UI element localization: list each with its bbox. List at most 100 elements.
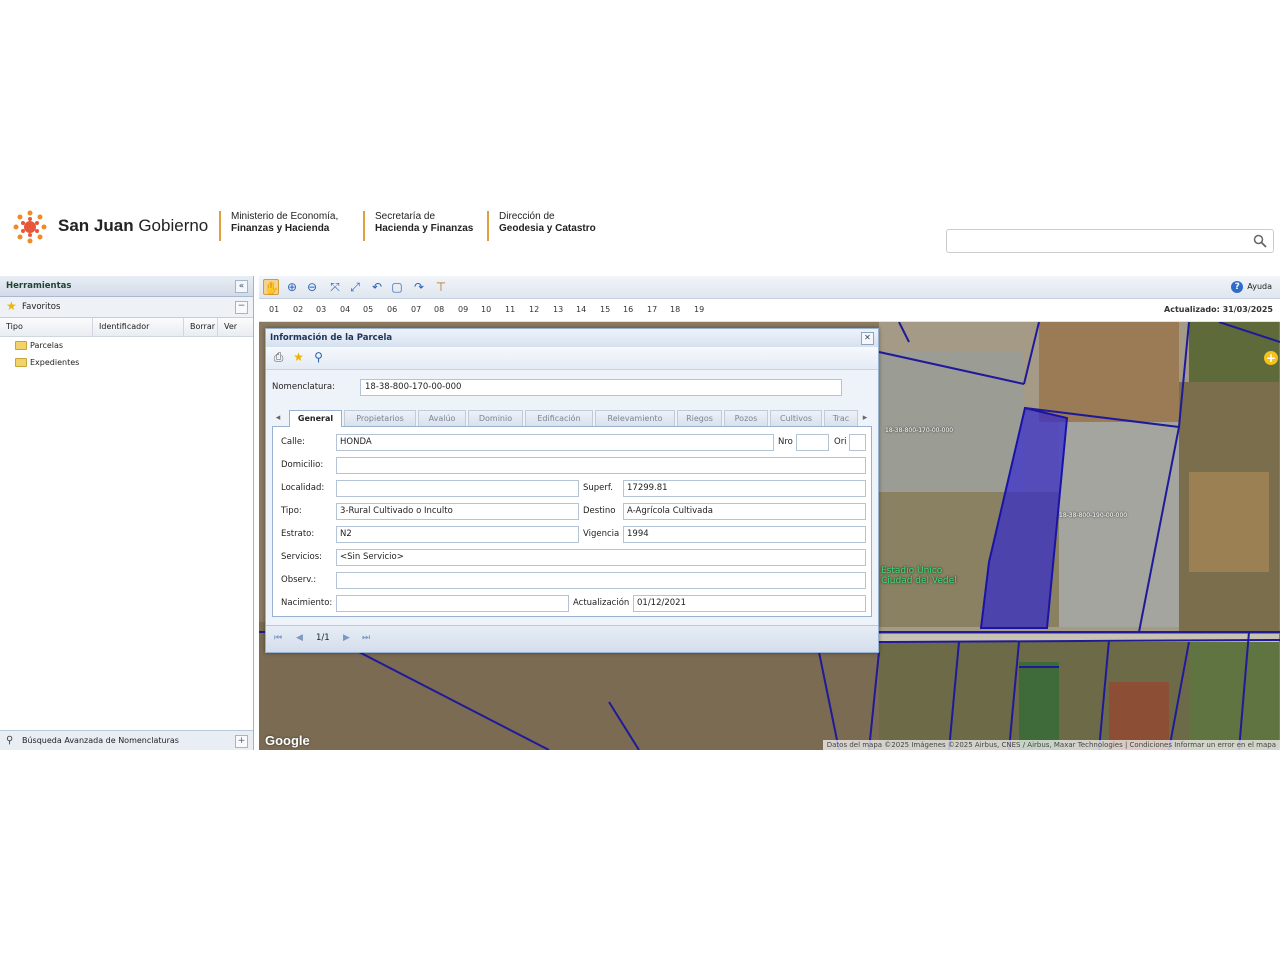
next-page-icon[interactable]: ▶ <box>343 632 350 644</box>
level-04[interactable]: 04 <box>340 305 350 314</box>
map-parcel-label-1: 18-38-800-170-00-000 <box>885 427 954 434</box>
level-02[interactable]: 02 <box>293 305 303 314</box>
level-16[interactable]: 16 <box>623 305 633 314</box>
actualizacion-field[interactable]: 01/12/2021 <box>633 595 866 612</box>
ori-field[interactable] <box>849 434 866 451</box>
tab-trac[interactable]: Trac <box>824 410 858 426</box>
nacimiento-field[interactable] <box>336 595 569 612</box>
org-direccion-line2: Geodesia y Catastro <box>499 223 596 234</box>
map-parcel-label-2: 18-38-800-190-00-000 <box>1059 512 1128 519</box>
level-19[interactable]: 19 <box>694 305 704 314</box>
level-01[interactable]: 01 <box>269 305 279 314</box>
org-secretaria-line2: Hacienda y Finanzas <box>375 223 474 234</box>
tree-item-parcelas[interactable]: Parcelas <box>0 337 253 354</box>
page-count: 1/1 <box>316 633 330 643</box>
star-icon: ★ <box>6 299 17 313</box>
brand-name: San Juan Gobierno <box>58 216 208 236</box>
parcel-window-titlebar[interactable]: Información de la Parcela ✕ <box>266 329 878 347</box>
parcel-tabs: ◂ General Propietarios Avalúo Dominio Ed… <box>272 408 872 427</box>
level-03[interactable]: 03 <box>316 305 326 314</box>
redo-icon[interactable]: ↷ <box>411 279 427 295</box>
nomenclatura-field[interactable]: 18-38-800-170-00-000 <box>360 379 842 396</box>
tab-relevamiento[interactable]: Relevamiento <box>595 410 675 426</box>
domicilio-field[interactable] <box>336 457 866 474</box>
search-input[interactable] <box>951 231 1250 253</box>
tab-edificacion[interactable]: Edificación <box>525 410 593 426</box>
level-15[interactable]: 15 <box>600 305 610 314</box>
map-zoom-plus-icon[interactable]: + <box>1264 351 1278 365</box>
advanced-search-label: Búsqueda Avanzada de Nomenclaturas <box>22 736 179 745</box>
level-17[interactable]: 17 <box>647 305 657 314</box>
tab-avaluo[interactable]: Avalúo <box>418 410 466 426</box>
org-secretaria-line1: Secretaría de <box>375 211 436 222</box>
last-page-icon[interactable]: ⏭ <box>362 632 370 644</box>
level-11[interactable]: 11 <box>505 305 515 314</box>
observ-field[interactable] <box>336 572 866 589</box>
general-form: Calle: HONDA Nro Ori Domicilio: Localida… <box>272 427 872 617</box>
search-icon[interactable] <box>1253 234 1267 248</box>
superf-label: Superf. <box>583 483 613 493</box>
zoom-in-icon[interactable]: ⊕ <box>284 279 300 295</box>
undo-icon[interactable]: ↶ <box>369 279 385 295</box>
close-icon[interactable]: ✕ <box>861 332 874 345</box>
tab-dominio[interactable]: Dominio <box>468 410 523 426</box>
favorites-header[interactable]: ★ Favoritos − <box>0 297 253 318</box>
level-08[interactable]: 08 <box>434 305 444 314</box>
level-09[interactable]: 09 <box>458 305 468 314</box>
tipo-label: Tipo: <box>281 506 302 516</box>
tipo-field[interactable]: 3-Rural Cultivado o Inculto <box>336 503 579 520</box>
tab-general[interactable]: General <box>289 410 342 427</box>
collapse-favorites-icon[interactable]: − <box>235 301 248 314</box>
level-06[interactable]: 06 <box>387 305 397 314</box>
site-header: San Juan Gobierno Ministerio de Economía… <box>0 206 1280 276</box>
pan-hand-icon[interactable]: ✋ <box>263 279 279 295</box>
level-12[interactable]: 12 <box>529 305 539 314</box>
vigencia-field[interactable]: 1994 <box>623 526 866 543</box>
favorites-label: Favoritos <box>22 302 61 312</box>
full-extent-icon[interactable]: ⤢ <box>347 279 363 295</box>
help-button[interactable]: ? Ayuda <box>1231 280 1272 294</box>
level-10[interactable]: 10 <box>481 305 491 314</box>
zoom-out-icon[interactable]: ⊖ <box>304 279 320 295</box>
col-identificador[interactable]: Identificador <box>93 318 184 336</box>
col-ver[interactable]: Ver <box>218 318 253 336</box>
prev-page-icon[interactable]: ◀ <box>296 632 303 644</box>
destino-field[interactable]: A-Agrícola Cultivada <box>623 503 866 520</box>
print-icon[interactable]: ⎙ <box>271 350 286 365</box>
nomenclatura-label: Nomenclatura: <box>272 382 335 392</box>
calle-field[interactable]: HONDA <box>336 434 774 451</box>
destino-label: Destino <box>583 506 616 516</box>
tab-scroll-right-icon[interactable]: ▸ <box>859 411 871 425</box>
tab-pozos[interactable]: Pozos <box>724 410 768 426</box>
tab-riegos[interactable]: Riegos <box>677 410 722 426</box>
collapse-panel-icon[interactable]: « <box>235 280 248 293</box>
level-13[interactable]: 13 <box>553 305 563 314</box>
select-box-icon[interactable]: ▢ <box>389 279 405 295</box>
advanced-search-bar[interactable]: ⚲ Búsqueda Avanzada de Nomenclaturas + <box>0 730 253 750</box>
localidad-field[interactable] <box>336 480 579 497</box>
servicios-field[interactable]: <Sin Servicio> <box>336 549 866 566</box>
favorite-star-icon[interactable]: ★ <box>291 350 306 365</box>
level-14[interactable]: 14 <box>576 305 586 314</box>
brand-light: Gobierno <box>138 216 209 235</box>
tree-item-label: Parcelas <box>30 341 64 350</box>
level-05[interactable]: 05 <box>363 305 373 314</box>
level-07[interactable]: 07 <box>411 305 421 314</box>
tab-cultivos[interactable]: Cultivos <box>770 410 822 426</box>
zoom-extent-icon[interactable]: ⤧ <box>327 279 343 295</box>
col-tipo[interactable]: Tipo <box>0 318 93 336</box>
expand-icon[interactable]: + <box>235 735 248 748</box>
tools-panel-header: Herramientas « <box>0 276 253 297</box>
level-18[interactable]: 18 <box>670 305 680 314</box>
col-borrar[interactable]: Borrar <box>184 318 218 336</box>
superf-field[interactable]: 17299.81 <box>623 480 866 497</box>
tab-propietarios[interactable]: Propietarios <box>344 410 416 426</box>
tree-item-expedientes[interactable]: Expedientes <box>0 354 253 371</box>
first-page-icon[interactable]: ⏮ <box>274 632 282 644</box>
estrato-field[interactable]: N2 <box>336 526 579 543</box>
nro-field[interactable] <box>796 434 829 451</box>
tab-scroll-left-icon[interactable]: ◂ <box>272 411 284 425</box>
zoom-to-parcel-icon[interactable]: ⚲ <box>311 350 326 365</box>
measure-icon[interactable]: ⊤ <box>433 279 449 295</box>
binoculars-icon: ⚲ <box>6 735 14 746</box>
